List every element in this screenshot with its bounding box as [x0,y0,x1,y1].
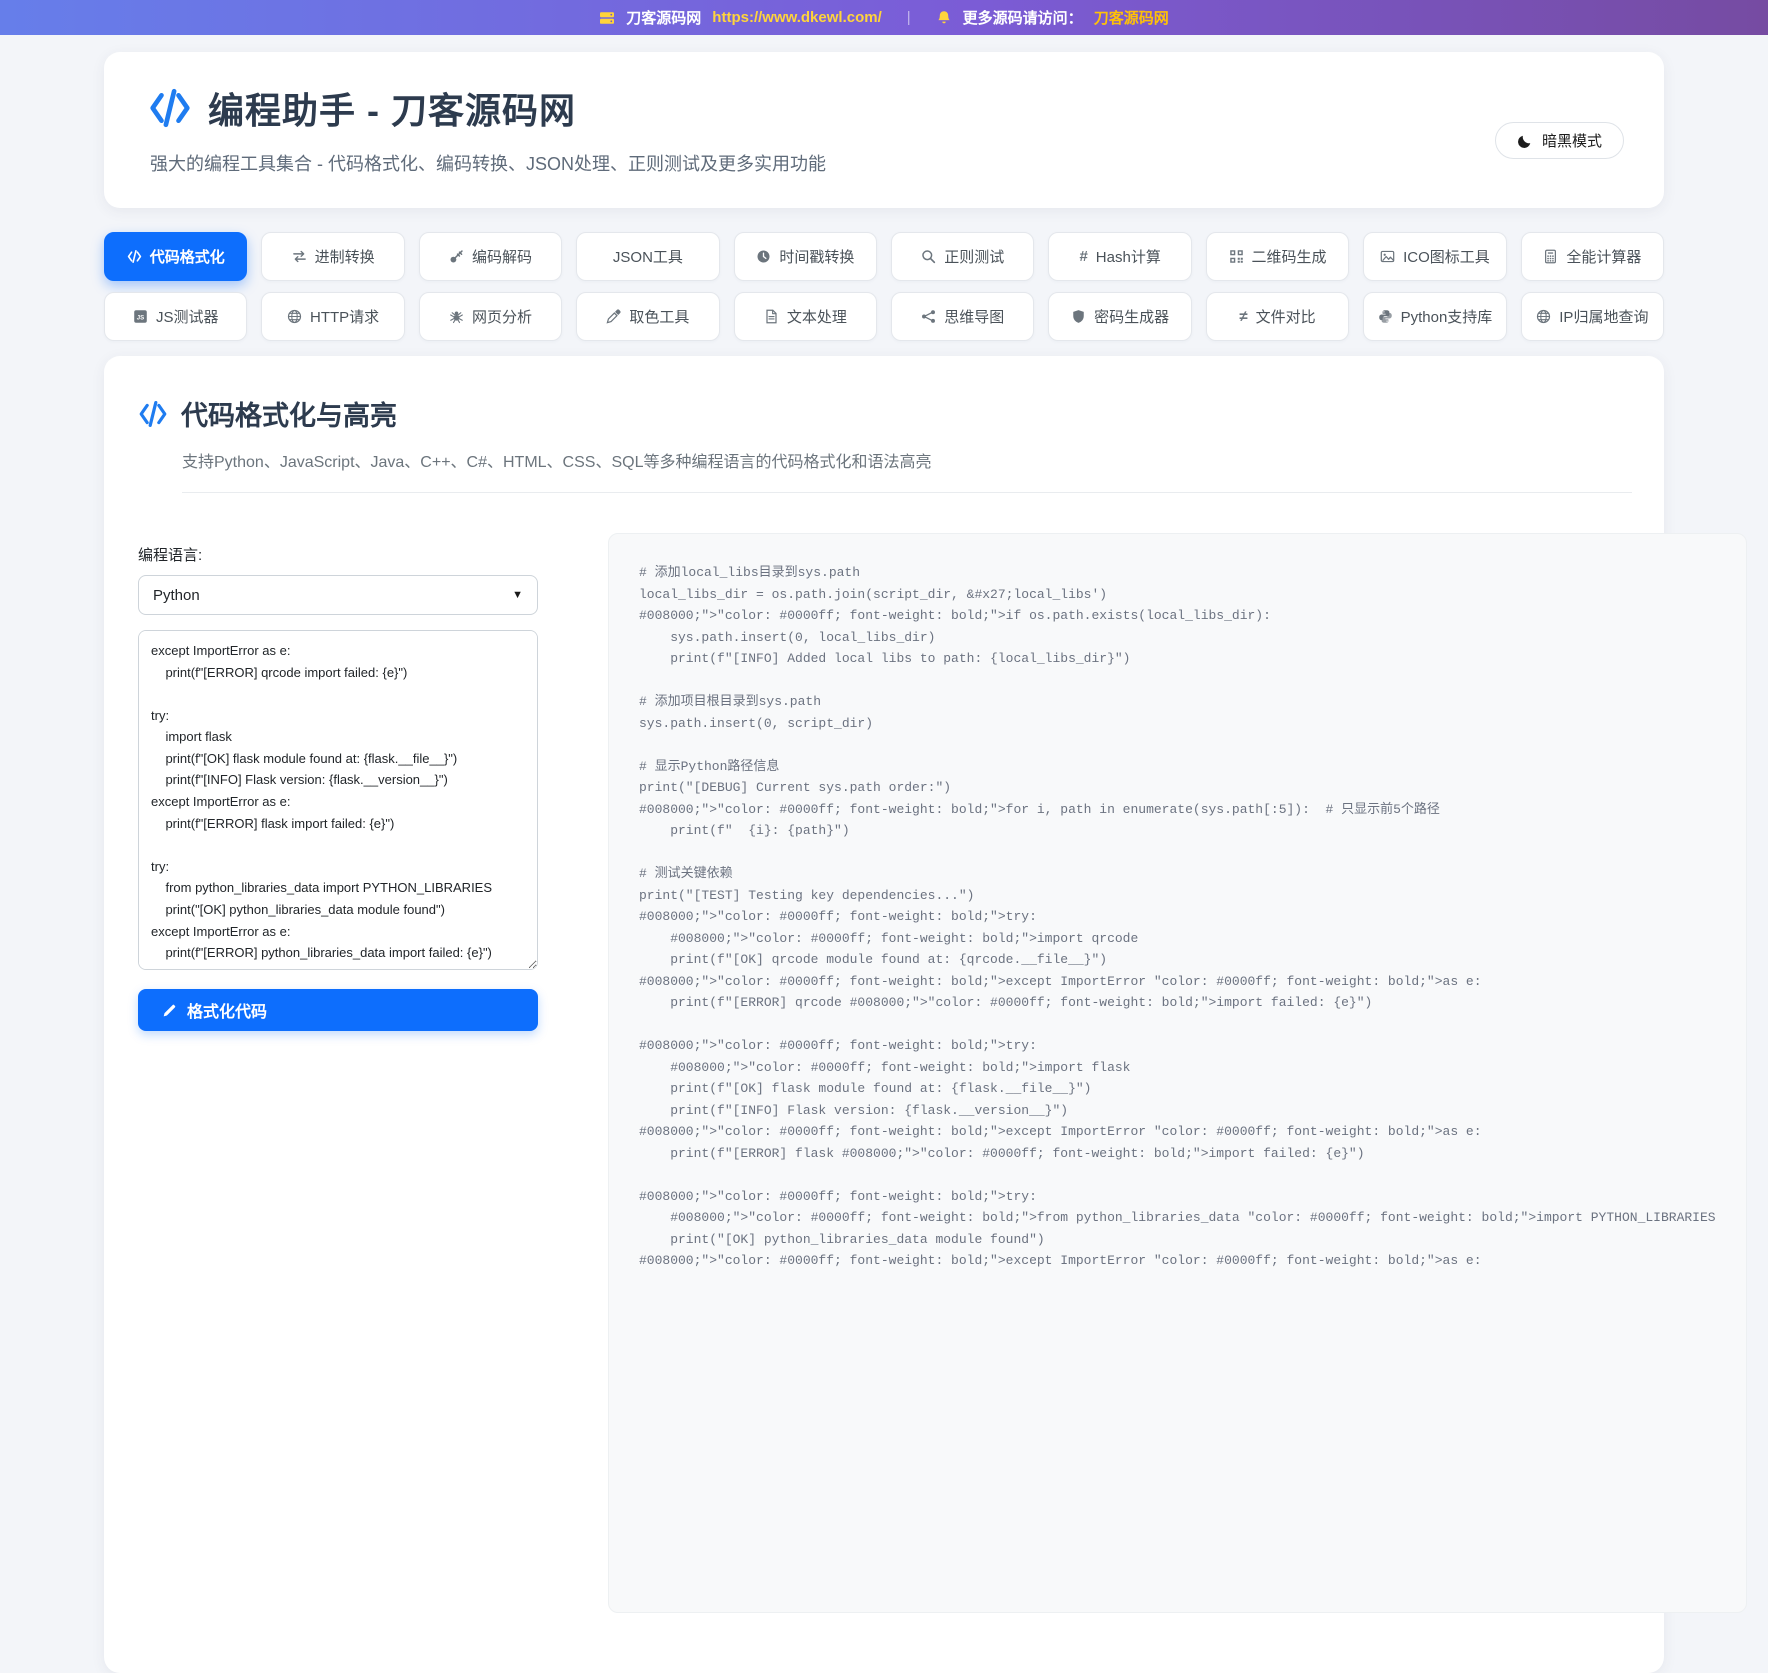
code-icon [127,249,142,264]
toolbar-row-2: JS JS测试器 HTTP请求 网页分析 取色工具 文本处理 思维导图 密码生成器 ≠ 文件对比 P… [104,292,1664,341]
formatted-output-panel: # 添加local_libs目录到sys.path local_libs_dir… [608,533,1747,1613]
tab-mindmap[interactable]: 思维导图 [891,292,1034,341]
hash-icon: # [1079,249,1087,264]
tab-label: Python支持库 [1401,306,1493,327]
calc-icon [1543,249,1558,264]
qr-icon [1229,249,1244,264]
page-title: 编程助手 - 刀客源码网 [208,82,576,134]
js-icon: JS [133,309,148,324]
tab-password-gen[interactable]: 密码生成器 [1048,292,1191,341]
mindmap-icon [921,309,936,324]
clock-icon [756,249,771,264]
tab-label: 思维导图 [944,306,1004,327]
language-select-value: Python [153,587,200,604]
tab-timestamp-convert[interactable]: 时间戳转换 [734,232,877,281]
pencil-icon [162,1003,177,1018]
tab-label: 网页分析 [472,306,532,327]
header-left: 编程助手 - 刀客源码网 强大的编程工具集合 - 代码格式化、编码转换、JSON… [148,82,826,176]
format-code-button[interactable]: 格式化代码 [138,989,538,1031]
tab-text-process[interactable]: 文本处理 [734,292,877,341]
section-title: 代码格式化与高亮 [181,394,397,433]
formatted-code-output: # 添加local_libs目录到sys.path local_libs_dir… [639,562,1716,1272]
tab-label: 二维码生成 [1252,246,1327,267]
tab-ico-tool[interactable]: ICO图标工具 [1363,232,1506,281]
tab-label: ICO图标工具 [1403,246,1490,267]
tab-json-tools[interactable]: JSON工具 [576,232,719,281]
tab-js-tester[interactable]: JS JS测试器 [104,292,247,341]
tab-label: 编码解码 [472,246,532,267]
format-code-label: 格式化代码 [187,998,267,1022]
python-icon [1378,309,1393,324]
spider-icon [449,309,464,324]
image-icon [1380,249,1395,264]
tab-label: JSON工具 [613,246,683,267]
tab-label: 取色工具 [629,306,689,327]
tab-base-convert[interactable]: 进制转换 [261,232,404,281]
tab-regex-test[interactable]: 正则测试 [891,232,1034,281]
topbar-promo-text: 更多源码请访问： [963,7,1083,28]
source-code-input[interactable]: except ImportError as e: print(f"[ERROR]… [138,630,538,970]
editor-column: 编程语言: Python ▼ except ImportError as e: … [138,533,538,1031]
tab-ip-lookup[interactable]: IP归属地查询 [1521,292,1664,341]
tab-calculator[interactable]: 全能计算器 [1521,232,1664,281]
swap-icon [292,249,307,264]
topbar-site-url-link[interactable]: https://www.dkewl.com/ [712,9,881,26]
tab-label: 密码生成器 [1094,306,1169,327]
tab-file-diff[interactable]: ≠ 文件对比 [1206,292,1349,341]
moon-icon [1517,133,1533,149]
tab-label: Hash计算 [1096,246,1161,267]
tab-label: 文件对比 [1256,306,1316,327]
tab-label: 正则测试 [944,246,1004,267]
code-icon [138,399,168,429]
tab-color-picker[interactable]: 取色工具 [576,292,719,341]
toolbar: 代码格式化 进制转换 编码解码 JSON工具 时间戳转换 正则测试 # Hash计算 二维码生成… [104,232,1664,341]
tab-label: JS测试器 [156,306,219,327]
file-icon [764,309,779,324]
tab-hash-calc[interactable]: # Hash计算 [1048,232,1191,281]
shield-icon [1071,309,1086,324]
tab-code-format[interactable]: 代码格式化 [104,232,247,281]
page-subtitle: 强大的编程工具集合 - 代码格式化、编码转换、JSON处理、正则测试及更多实用功… [150,150,826,176]
bell-icon [936,10,952,26]
tab-http-request[interactable]: HTTP请求 [261,292,404,341]
section-subtitle: 支持Python、JavaScript、Java、C++、C#、HTML、CSS… [182,448,1632,493]
code-icon [148,86,192,130]
tab-label: IP归属地查询 [1559,306,1648,327]
topbar-site-name: 刀客源码网 [626,7,701,28]
svg-text:JS: JS [137,314,144,321]
dark-mode-button[interactable]: 暗黑模式 [1495,122,1624,159]
tab-label: 全能计算器 [1566,246,1641,267]
toolbar-row-1: 代码格式化 进制转换 编码解码 JSON工具 时间戳转换 正则测试 # Hash计算 二维码生成… [104,232,1664,281]
topbar-promo-link[interactable]: 刀客源码网 [1094,7,1169,28]
chevron-down-icon: ▼ [512,589,523,601]
globe-icon [1536,309,1551,324]
tab-python-libs[interactable]: Python支持库 [1363,292,1506,341]
tab-qrcode-gen[interactable]: 二维码生成 [1206,232,1349,281]
output-column: # 添加local_libs目录到sys.path local_libs_dir… [608,533,1747,1613]
tab-encode-decode[interactable]: 编码解码 [419,232,562,281]
neq-icon: ≠ [1239,309,1247,324]
search-icon [921,249,936,264]
dropper-icon [606,309,621,324]
globe-icon [287,309,302,324]
tab-label: 文本处理 [787,306,847,327]
key-icon [449,249,464,264]
language-select[interactable]: Python ▼ [138,575,538,615]
server-icon [599,10,615,26]
topbar-divider: | [907,9,911,26]
dark-mode-label: 暗黑模式 [1542,130,1602,151]
topbar: 刀客源码网 https://www.dkewl.com/ | 更多源码请访问： … [0,0,1768,35]
tab-label: 代码格式化 [150,246,225,267]
tab-label: HTTP请求 [310,306,379,327]
header-card: 编程助手 - 刀客源码网 强大的编程工具集合 - 代码格式化、编码转换、JSON… [104,52,1664,208]
tab-label: 时间戳转换 [779,246,854,267]
language-label: 编程语言: [138,544,538,565]
tab-web-analyze[interactable]: 网页分析 [419,292,562,341]
code-format-section: 代码格式化与高亮 支持Python、JavaScript、Java、C++、C#… [104,356,1664,1673]
tab-label: 进制转换 [315,246,375,267]
